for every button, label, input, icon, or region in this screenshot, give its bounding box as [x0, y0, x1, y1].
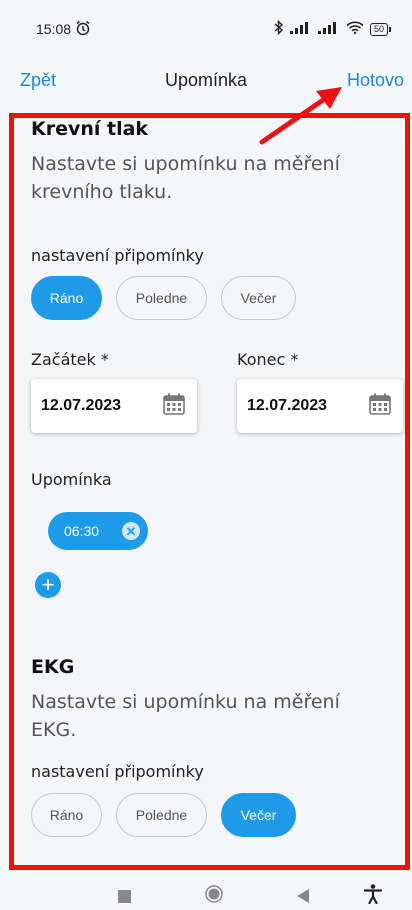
battery-indicator: 50 — [369, 22, 392, 36]
section-description: Nastavte si upomínku na měření EKG. — [31, 691, 340, 741]
highlight-box — [9, 113, 410, 870]
option-morning[interactable]: Ráno — [31, 276, 102, 320]
start-date-value: 12.07.2023 — [41, 397, 122, 414]
clear-icon[interactable]: ✕ — [122, 522, 140, 540]
reminder-time-chip[interactable]: 06:30 ✕ — [48, 512, 148, 550]
accessibility-icon[interactable] — [363, 884, 383, 908]
status-time: 15:08 — [36, 21, 72, 37]
time-of-day-options: Ráno Poledne Večer — [31, 793, 296, 837]
wifi-icon — [346, 21, 364, 37]
ekg-section: EKG Nastavte si upomínku na měření EKG. — [31, 654, 391, 744]
signal-bars-icon-2 — [317, 21, 340, 37]
section-title: EKG — [31, 656, 75, 678]
start-date-label: Začátek * — [31, 350, 109, 369]
reminder-label: Upomínka — [31, 470, 112, 489]
blood-pressure-section: Krevní tlak Nastavte si upomínku na měře… — [31, 116, 391, 206]
back-button[interactable]: Zpět — [20, 70, 56, 91]
plus-icon: + — [41, 572, 55, 597]
start-date-field[interactable]: 12.07.2023 — [31, 379, 197, 433]
signal-bars-icon — [289, 21, 312, 37]
option-noon[interactable]: Poledne — [116, 276, 207, 320]
calendar-icon[interactable] — [369, 393, 391, 419]
add-reminder-button[interactable]: + — [35, 572, 61, 598]
recent-apps-icon[interactable] — [118, 888, 131, 907]
section-title: Krevní tlak — [31, 118, 149, 140]
end-date-field[interactable]: 12.07.2023 — [237, 379, 403, 433]
option-evening[interactable]: Večer — [221, 276, 296, 320]
section-description: Nastavte si upomínku na měření krevního … — [31, 153, 340, 203]
reminder-settings-label: nastavení připomínky — [31, 246, 204, 265]
end-date-label: Konec * — [237, 350, 299, 369]
alarm-clock-icon — [75, 20, 91, 39]
option-morning[interactable]: Ráno — [31, 793, 102, 837]
bluetooth-icon — [274, 19, 284, 38]
system-navigation-bar — [0, 880, 412, 910]
navigation-bar: Zpět Upomínka Hotovo — [0, 58, 412, 102]
done-button[interactable]: Hotovo — [347, 70, 404, 91]
reminder-settings-label: nastavení připomínky — [31, 762, 204, 781]
end-date-value: 12.07.2023 — [247, 397, 328, 414]
home-icon[interactable] — [205, 885, 223, 907]
option-noon[interactable]: Poledne — [116, 793, 207, 837]
back-triangle-icon[interactable] — [297, 888, 309, 907]
option-evening[interactable]: Večer — [221, 793, 296, 837]
reminder-time-value: 06:30 — [64, 523, 100, 539]
time-of-day-options: Ráno Poledne Večer — [31, 276, 296, 320]
status-bar: 15:08 50 — [0, 0, 412, 58]
calendar-icon[interactable] — [163, 393, 185, 419]
